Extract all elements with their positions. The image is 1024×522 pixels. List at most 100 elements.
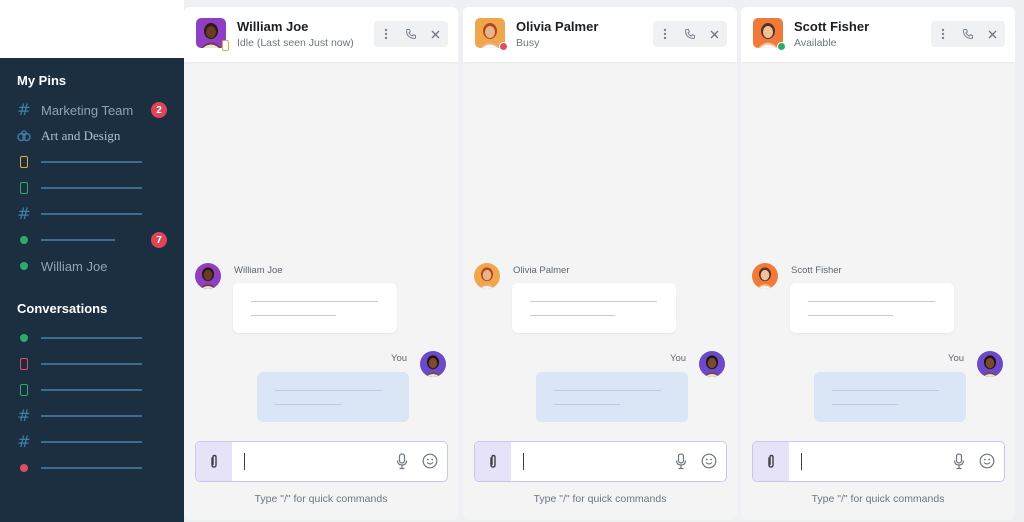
- unread-count-badge: 2: [151, 102, 167, 118]
- message-placeholder-line: [554, 404, 620, 405]
- header-actions: [653, 21, 727, 47]
- sidebar-item[interactable]: [0, 326, 184, 350]
- sidebar-item-marketing-team[interactable]: # Marketing Team 2: [0, 98, 184, 122]
- message-placeholder-line: [530, 301, 657, 302]
- mobile-status-icon: [17, 357, 31, 371]
- message-placeholder-line: [251, 315, 336, 316]
- sender-avatar[interactable]: [195, 263, 221, 289]
- outgoing-message-bubble[interactable]: [814, 372, 966, 422]
- contact-name[interactable]: Olivia Palmer: [516, 19, 598, 34]
- status-dot-icon: [17, 259, 31, 273]
- channel-hash-icon: #: [17, 100, 31, 119]
- emoji-icon[interactable]: [422, 453, 438, 474]
- pins-section-title: My Pins: [17, 73, 67, 88]
- sidebar-item-art-and-design[interactable]: Art and Design: [0, 124, 184, 148]
- phone-call-icon[interactable]: [399, 21, 424, 47]
- you-label: You: [391, 353, 408, 364]
- outgoing-message-bubble[interactable]: [257, 372, 409, 422]
- composer-hint: Type "/" for quick commands: [254, 493, 388, 505]
- sidebar-item-placeholder-line: [41, 363, 142, 365]
- message-composer[interactable]: [474, 441, 727, 482]
- more-vertical-icon[interactable]: [374, 21, 399, 47]
- sidebar-item-placeholder-line: [41, 239, 115, 241]
- contact-name[interactable]: Scott Fisher: [794, 19, 869, 34]
- chat-panel: William Joe Idle (Last seen Just now) Will…: [184, 7, 458, 520]
- outgoing-message-bubble[interactable]: [536, 372, 688, 422]
- sidebar-item[interactable]: #: [0, 430, 184, 454]
- message-placeholder-line: [808, 315, 893, 316]
- mobile-status-icon: [222, 40, 229, 51]
- mobile-status-icon: [17, 155, 31, 169]
- sidebar-panel: My Pins # Marketing Team 2 Art and Design #7…: [0, 58, 184, 522]
- message-composer[interactable]: [195, 441, 448, 482]
- close-icon[interactable]: [980, 21, 1005, 47]
- sender-name: Olivia Palmer: [513, 265, 570, 276]
- emoji-icon[interactable]: [979, 453, 995, 474]
- message-placeholder-line: [832, 404, 898, 405]
- incoming-message-bubble[interactable]: [790, 283, 954, 333]
- you-label: You: [948, 353, 965, 364]
- message-placeholder-line: [275, 390, 382, 391]
- channel-hash-icon: #: [17, 204, 31, 223]
- self-avatar[interactable]: [699, 351, 725, 377]
- sidebar-item[interactable]: [0, 150, 184, 174]
- sidebar-item[interactable]: #: [0, 404, 184, 428]
- you-label: You: [670, 353, 687, 364]
- phone-call-icon[interactable]: [678, 21, 703, 47]
- header-actions: [931, 21, 1005, 47]
- sidebar-item[interactable]: [0, 176, 184, 200]
- message-placeholder-line: [554, 390, 661, 391]
- sidebar-item-placeholder-line: [41, 389, 142, 391]
- sidebar-item[interactable]: [0, 456, 184, 480]
- paperclip-icon[interactable]: [753, 442, 789, 481]
- close-icon[interactable]: [423, 21, 448, 47]
- conversations-section-title: Conversations: [17, 301, 108, 316]
- contact-name[interactable]: William Joe: [237, 19, 308, 34]
- mobile-status-icon: [17, 181, 31, 195]
- channel-hash-icon: #: [17, 432, 31, 451]
- text-caret: [801, 453, 802, 470]
- more-vertical-icon[interactable]: [653, 21, 678, 47]
- sender-avatar[interactable]: [474, 263, 500, 289]
- sidebar-item-william-joe[interactable]: William Joe: [0, 254, 184, 278]
- paperclip-icon[interactable]: [475, 442, 511, 481]
- self-avatar[interactable]: [420, 351, 446, 377]
- incoming-message-bubble[interactable]: [233, 283, 397, 333]
- contact-status: Available: [794, 37, 837, 49]
- sidebar-item-placeholder-line: [41, 187, 142, 189]
- sidebar-item-placeholder-line: [41, 161, 142, 163]
- message-composer[interactable]: [752, 441, 1005, 482]
- sidebar: My Pins # Marketing Team 2 Art and Design #7…: [0, 0, 184, 522]
- sidebar-item[interactable]: #: [0, 202, 184, 226]
- phone-call-icon[interactable]: [956, 21, 981, 47]
- sidebar-item-placeholder-line: [41, 415, 142, 417]
- sender-avatar[interactable]: [752, 263, 778, 289]
- sidebar-item-label: Marketing Team: [41, 102, 134, 118]
- chat-panel: Olivia Palmer Busy Olivia Palmer You Type "/…: [463, 7, 737, 520]
- sidebar-item-label: Art and Design: [41, 128, 121, 143]
- close-icon[interactable]: [702, 21, 727, 47]
- sidebar-item-placeholder-line: [41, 337, 142, 339]
- sidebar-item[interactable]: [0, 378, 184, 402]
- chat-panel: Scott Fisher Available Scott Fisher You Type…: [741, 7, 1015, 520]
- microphone-icon[interactable]: [396, 453, 408, 475]
- sender-name: William Joe: [234, 265, 283, 276]
- sidebar-item[interactable]: [0, 352, 184, 376]
- paperclip-icon[interactable]: [196, 442, 232, 481]
- mobile-status-icon: [17, 383, 31, 397]
- sidebar-item-placeholder-line: [41, 213, 142, 215]
- message-placeholder-line: [808, 301, 935, 302]
- microphone-icon[interactable]: [675, 453, 687, 475]
- emoji-icon[interactable]: [701, 453, 717, 474]
- more-vertical-icon[interactable]: [931, 21, 956, 47]
- chat-header: Scott Fisher Available: [741, 7, 1015, 62]
- sidebar-item[interactable]: 7: [0, 228, 184, 252]
- microphone-icon[interactable]: [953, 453, 965, 475]
- self-avatar[interactable]: [977, 351, 1003, 377]
- incoming-message-bubble[interactable]: [512, 283, 676, 333]
- message-placeholder-line: [251, 301, 378, 302]
- message-placeholder-line: [275, 404, 341, 405]
- text-caret: [244, 453, 245, 470]
- sidebar-item-label: William Joe: [41, 258, 108, 274]
- composer-hint: Type "/" for quick commands: [533, 493, 667, 505]
